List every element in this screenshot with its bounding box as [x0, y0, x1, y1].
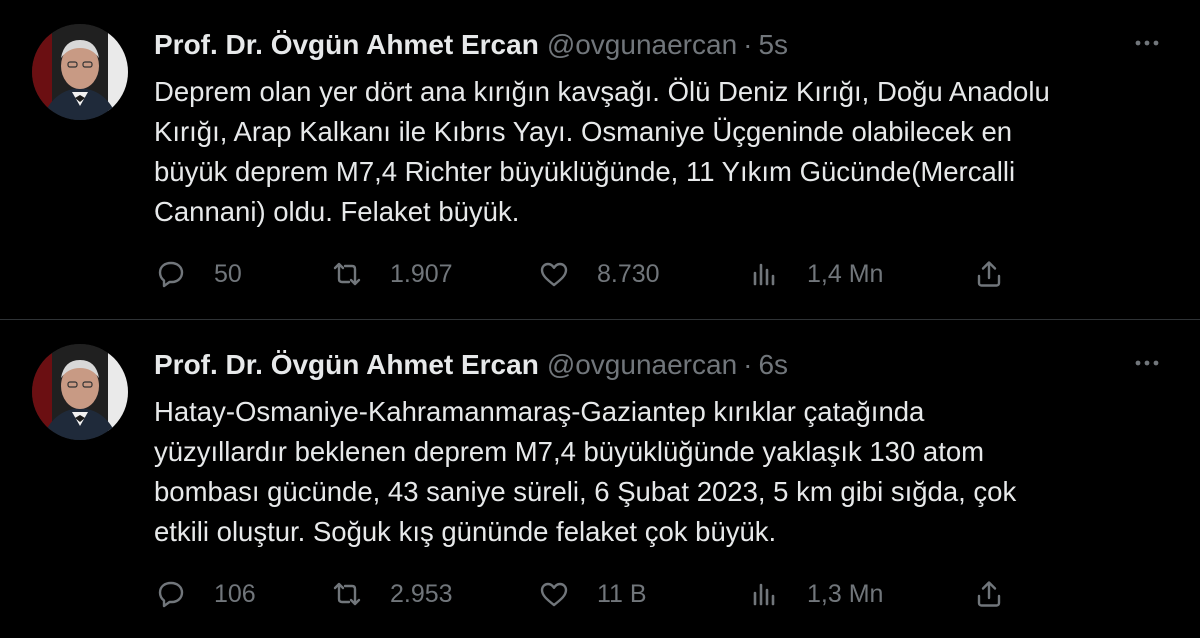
- views-count: 1,4 Mn: [807, 259, 884, 288]
- separator-dot: ·: [743, 349, 753, 380]
- tweet[interactable]: Prof. Dr. Övgün Ahmet Ercan @ovgunaercan ·…: [0, 0, 1200, 319]
- share-button[interactable]: [972, 254, 1006, 294]
- author-handle[interactable]: @ovgunaercan: [547, 349, 737, 380]
- views-count: 1,3 Mn: [807, 579, 884, 608]
- more-icon[interactable]: [1134, 350, 1160, 376]
- author-name[interactable]: Prof. Dr. Övgün Ahmet Ercan: [154, 349, 539, 380]
- author-handle[interactable]: @ovgunaercan: [547, 29, 737, 60]
- tweet-actions: 106 2.953 11 B 1,3 Mn: [154, 574, 1014, 614]
- tweet-time[interactable]: 5s: [758, 29, 788, 60]
- like-count: 8.730: [597, 259, 660, 288]
- views-icon: [747, 577, 781, 611]
- retweet-count: 2.953: [390, 579, 453, 608]
- share-icon: [972, 257, 1006, 291]
- like-button[interactable]: 11 B: [537, 574, 647, 614]
- tweet-actions: 50 1.907 8.730 1,4 Mn: [154, 254, 1014, 294]
- author-name[interactable]: Prof. Dr. Övgün Ahmet Ercan: [154, 29, 539, 60]
- retweet-count: 1.907: [390, 259, 453, 288]
- retweet-icon: [330, 577, 364, 611]
- tweet[interactable]: Prof. Dr. Övgün Ahmet Ercan @ovgunaercan ·…: [0, 320, 1200, 638]
- tweet-text: Hatay-Osmaniye-Kahramanmaraş-Gaziantep k…: [154, 396, 1017, 547]
- reply-icon: [154, 577, 188, 611]
- tweet-time[interactable]: 6s: [758, 349, 788, 380]
- avatar[interactable]: [32, 24, 128, 120]
- avatar[interactable]: [32, 344, 128, 440]
- reply-icon: [154, 257, 188, 291]
- like-count: 11 B: [597, 579, 647, 608]
- reply-button[interactable]: 50: [154, 254, 242, 294]
- reply-count: 106: [214, 579, 256, 608]
- separator-dot: ·: [743, 29, 753, 60]
- avatar-image: [32, 344, 128, 440]
- reply-button[interactable]: 106: [154, 574, 256, 614]
- retweet-button[interactable]: 2.953: [330, 574, 453, 614]
- views-button[interactable]: 1,3 Mn: [747, 574, 883, 614]
- tweet-text: Deprem olan yer dört ana kırığın kavşağı…: [154, 76, 1050, 227]
- share-button[interactable]: [972, 574, 1006, 614]
- more-icon[interactable]: [1134, 30, 1160, 56]
- like-icon: [537, 577, 571, 611]
- tweet-header: Prof. Dr. Övgün Ahmet Ercan @ovgunaercan ·…: [154, 348, 788, 382]
- tweet-header: Prof. Dr. Övgün Ahmet Ercan @ovgunaercan ·…: [154, 28, 788, 62]
- retweet-icon: [330, 257, 364, 291]
- views-button[interactable]: 1,4 Mn: [747, 254, 883, 294]
- avatar-image: [32, 24, 128, 120]
- retweet-button[interactable]: 1.907: [330, 254, 453, 294]
- share-icon: [972, 577, 1006, 611]
- like-button[interactable]: 8.730: [537, 254, 660, 294]
- like-icon: [537, 257, 571, 291]
- views-icon: [747, 257, 781, 291]
- reply-count: 50: [214, 259, 242, 288]
